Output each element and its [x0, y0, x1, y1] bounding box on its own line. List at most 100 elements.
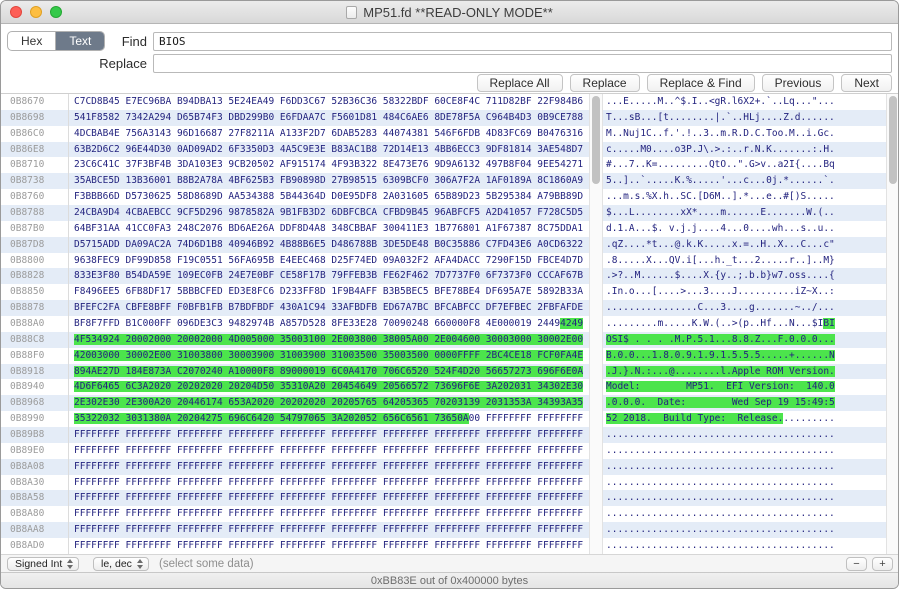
ascii-row[interactable]: ................C...3....g.......~../...: [603, 300, 886, 317]
address-cell: 0B8A08: [1, 458, 68, 475]
document-icon: [346, 5, 358, 19]
find-input[interactable]: [153, 32, 892, 51]
find-buttons: Replace All Replace Replace & Find Previ…: [476, 74, 892, 92]
replace-all-button[interactable]: Replace All: [476, 74, 563, 92]
hex-row[interactable]: BF8F7FFD B1C000FF 096DE3C3 9482974B A857…: [69, 316, 589, 332]
address-cell: 0B8788: [1, 205, 68, 221]
hex-row[interactable]: FFFFFFFF FFFFFFFF FFFFFFFF FFFFFFFF FFFF…: [69, 443, 589, 459]
hex-row[interactable]: 833E3F80 B54DA59E 109EC0FB 24E7E0BF CE58…: [69, 268, 589, 285]
address-cell: 0B86C0: [10, 127, 45, 139]
address-cell: 0B8698: [1, 109, 68, 126]
hex-row[interactable]: 4F534924 20002000 20002000 4D005000 3500…: [69, 331, 589, 348]
hex-row[interactable]: 541F8582 7342A294 D65B74F3 DBD299B0 E6FD…: [69, 109, 589, 126]
address-cell: 0B8760: [10, 191, 45, 203]
selection-highlight: 894AE27D 184E873A C2070240 A10000F8 8900…: [74, 365, 584, 377]
add-inspector-row-button[interactable]: +: [872, 557, 893, 571]
inspector-format-popup[interactable]: le, dec: [93, 557, 149, 571]
hex-row[interactable]: 24CBA9D4 4CBAEBCC 9CF5D296 9878582A 9B1F…: [69, 205, 589, 221]
address-gutter: 0B8670 0B8698 0B86C0 0B86E8 0B8710 0B8738 0B87…: [1, 94, 69, 554]
hex-pane[interactable]: C7CD8B45 E7EC96BA B94DBA13 5E24EA49 F6DD…: [69, 94, 589, 554]
hex-row[interactable]: F8496EE5 6FB8DF17 5BBBCFED ED3E8FC6 D233…: [69, 284, 589, 300]
ascii-row[interactable]: c.....M0....o3P.J\.>.:..r.N.K.......:.H.: [603, 141, 886, 158]
hex-row[interactable]: 4DCBAB4E 756A3143 96D16687 27F8211A A133…: [69, 126, 589, 142]
ascii-row[interactable]: OSI$ . . . .M.P.5.1...8.8.Z...F.0.0.0...: [603, 331, 886, 348]
hex-row[interactable]: 42003000 30002E00 31003800 30003900 3100…: [69, 348, 589, 364]
hex-row[interactable]: 2E302E30 2E300A20 20446174 653A2020 2020…: [69, 395, 589, 412]
ascii-row[interactable]: ........................................: [603, 538, 886, 554]
ascii-row[interactable]: Model: MP51. EFI Version: 140.0: [603, 379, 886, 395]
find-label: Find: [121, 34, 147, 49]
ascii-row[interactable]: T...sB...[t........|.`..HLj....Z.d......: [603, 109, 886, 126]
address-cell: 0B8AA8: [1, 522, 68, 539]
hex-row[interactable]: FFFFFFFF FFFFFFFF FFFFFFFF FFFFFFFF FFFF…: [69, 475, 589, 491]
chevron-updown-icon: [136, 559, 144, 569]
window: MP51.fd **READ-ONLY MODE** Hex Text Find…: [0, 0, 899, 589]
ascii-row[interactable]: $...L........xX*....m......E.......W.(..: [603, 205, 886, 221]
hex-row[interactable]: D5715ADD DA09AC2A 74D6D1B8 40946B92 4B88…: [69, 236, 589, 253]
hex-row[interactable]: 9638FEC9 DF99D858 F19C0551 56FA695B E4EE…: [69, 253, 589, 269]
hex-row[interactable]: 894AE27D 184E873A C2070240 A10000F8 8900…: [69, 363, 589, 380]
ascii-row[interactable]: M..Nuj1C..f.'.!..3..m.R.D.C.Too.M..i.Gc.: [603, 126, 886, 142]
hex-row[interactable]: 4D6F6465 6C3A2020 20202020 20204D50 3531…: [69, 379, 589, 395]
replace-input[interactable]: [153, 54, 892, 73]
inspector-row-controls: − +: [846, 557, 893, 571]
ascii-row[interactable]: .>?..M......$....X.{y..;.b.b}w7.oss....{: [603, 268, 886, 285]
previous-button[interactable]: Previous: [761, 74, 835, 92]
ascii-row[interactable]: ........................................: [603, 522, 886, 539]
address-cell: 0B8878: [1, 300, 68, 317]
ascii-row[interactable]: .In.o...[....>...3....J..........iZ~X..:: [603, 284, 886, 300]
inspector-type-popup[interactable]: Signed Int: [7, 557, 80, 571]
minimize-button[interactable]: [30, 6, 42, 18]
ascii-row[interactable]: ........................................: [603, 506, 886, 522]
hex-row[interactable]: BFEFC2FA CBFE8BFF F0BFB1FB B7BDFBDF 430A…: [69, 300, 589, 317]
ascii-row[interactable]: 5..]..`.....K.%.....'...c...0j.*......`.: [603, 173, 886, 190]
selection-highlight: 35322032 3031380A 20204275 696C6420 5479…: [74, 413, 469, 425]
address-cell: 0B87B0: [10, 222, 45, 234]
hex-row[interactable]: FFFFFFFF FFFFFFFF FFFFFFFF FFFFFFFF FFFF…: [69, 458, 589, 475]
scrollbar-thumb[interactable]: [889, 96, 897, 184]
hex-row[interactable]: 63B2D6C2 96E44D30 0AD09AD2 6F3350D3 4A5C…: [69, 141, 589, 158]
hex-row[interactable]: FFFFFFFF FFFFFFFF FFFFFFFF FFFFFFFF FFFF…: [69, 538, 589, 554]
ascii-row[interactable]: ........................................: [603, 475, 886, 491]
ascii-row[interactable]: .0.0.0. Date: Wed Sep 19 15:49:5: [603, 395, 886, 412]
ascii-row[interactable]: ........................................: [603, 458, 886, 475]
ascii-row[interactable]: .8.....X...QV.i[...h._t...2.....r..]..M}: [603, 253, 886, 269]
hex-row[interactable]: FFFFFFFF FFFFFFFF FFFFFFFF FFFFFFFF FFFF…: [69, 427, 589, 443]
selection-highlight: B.0.0...1.8.0.9.1.9.1.5.5.5.....+......N: [606, 349, 835, 361]
ascii-row[interactable]: .........m.....K.W.(..>(p..Hf...N...$IBI: [603, 316, 886, 332]
ascii-row[interactable]: 52 2018. Build Type: Release..........: [603, 411, 886, 427]
hex-row[interactable]: F3BBB66D D5730625 58D8689D AA534388 5B44…: [69, 189, 589, 205]
ascii-row[interactable]: d.1.A...$. v.j.j....4...0....wh...s..u..: [603, 221, 886, 237]
hex-row[interactable]: FFFFFFFF FFFFFFFF FFFFFFFF FFFFFFFF FFFF…: [69, 506, 589, 522]
address-cell: 0B8670: [10, 96, 45, 107]
ascii-row[interactable]: ........................................: [603, 427, 886, 443]
replace-button[interactable]: Replace: [569, 74, 640, 92]
ascii-row[interactable]: B.0.0...1.8.0.9.1.9.1.5.5.5.....+......N: [603, 348, 886, 364]
hex-row[interactable]: 35322032 3031380A 20204275 696C6420 5479…: [69, 411, 589, 427]
hex-row[interactable]: 35ABCE5D 13B36001 B8B2A78A 4BF625B3 FB90…: [69, 173, 589, 190]
hex-scrollbar[interactable]: [589, 94, 603, 554]
hex-row[interactable]: FFFFFFFF FFFFFFFF FFFFFFFF FFFFFFFF FFFF…: [69, 490, 589, 507]
ascii-row[interactable]: ...m.s.%X.h..SC.[D6M..].*...e..#[)S.....: [603, 189, 886, 205]
replace-and-find-button[interactable]: Replace & Find: [646, 74, 755, 92]
ascii-pane[interactable]: ...E.....M..^$.I..<gR.l6X2+.`..Lq..."...…: [603, 94, 886, 554]
selection-highlight: 2E302E30 2E300A20 20446174 653A2020 2020…: [74, 397, 584, 409]
ascii-scrollbar[interactable]: [886, 94, 898, 554]
ascii-row[interactable]: ........................................: [603, 490, 886, 507]
next-button[interactable]: Next: [841, 74, 892, 92]
address-cell: 0B89B8: [1, 427, 68, 443]
replace-label: Replace: [99, 56, 147, 71]
hex-row[interactable]: 23C6C41C 37F3BF4B 3DA103E3 9CB20502 AF91…: [69, 157, 589, 173]
remove-inspector-row-button[interactable]: −: [846, 557, 867, 571]
hex-row[interactable]: C7CD8B45 E7EC96BA B94DBA13 5E24EA49 F6DD…: [69, 94, 589, 110]
ascii-row[interactable]: ........................................: [603, 443, 886, 459]
ascii-row[interactable]: .qZ....*t...@.k.K.....x.=..H..X...C...c": [603, 236, 886, 253]
close-button[interactable]: [10, 6, 22, 18]
zoom-button[interactable]: [50, 6, 62, 18]
ascii-row[interactable]: #...7..K=.........QtO..".G>v..a2I{....Bq: [603, 157, 886, 173]
scrollbar-thumb[interactable]: [592, 96, 600, 184]
ascii-row[interactable]: ...E.....M..^$.I..<gR.l6X2+.`..Lq..."...: [603, 94, 886, 110]
ascii-row[interactable]: .J.}.N.:...@........l.Apple ROM Version.: [603, 363, 886, 380]
hex-row[interactable]: FFFFFFFF FFFFFFFF FFFFFFFF FFFFFFFF FFFF…: [69, 522, 589, 539]
hex-row[interactable]: 64BF31AA 41CC0FA3 248C2076 BD6AE26A DDF8…: [69, 221, 589, 237]
